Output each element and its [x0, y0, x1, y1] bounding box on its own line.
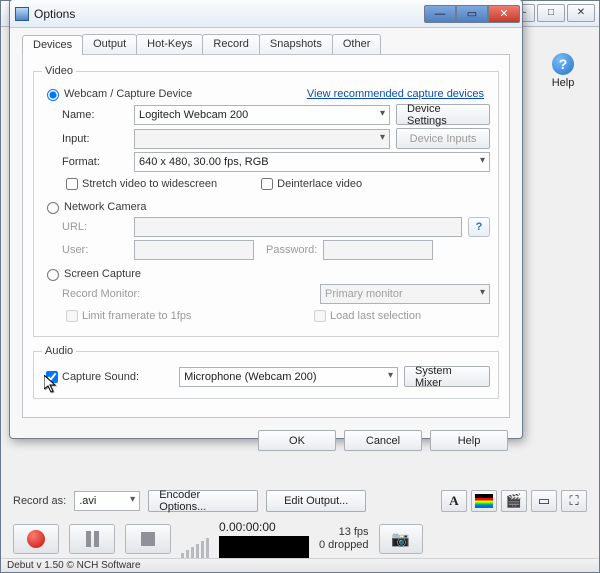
encoder-options-button[interactable]: Encoder Options...	[148, 490, 258, 512]
deinterlace-checkbox[interactable]	[261, 178, 273, 190]
options-footer: OK Cancel Help	[10, 426, 522, 459]
stop-icon	[141, 532, 155, 546]
main-window: — □ ✕ ? Help Options — ▭ ✕ Devices Outpu…	[0, 0, 600, 573]
audio-legend: Audio	[42, 345, 76, 357]
fps-readout: 13 fps	[319, 526, 369, 539]
user-label: User:	[62, 244, 134, 256]
options-minimize-button[interactable]: —	[424, 5, 456, 23]
format-label: Format:	[62, 156, 134, 168]
time-display: 0.00:00:00	[219, 520, 309, 534]
load-last-checkbox	[314, 310, 326, 322]
user-input	[134, 240, 254, 260]
devices-panel: Video Webcam / Capture Device View recom…	[22, 54, 510, 418]
help-icon: ?	[552, 53, 574, 75]
video-group: Video Webcam / Capture Device View recom…	[33, 65, 499, 337]
system-mixer-button[interactable]: System Mixer	[404, 366, 490, 387]
main-close-button[interactable]: ✕	[567, 4, 595, 22]
ok-button[interactable]: OK	[258, 430, 336, 451]
record-dot-icon	[27, 530, 45, 548]
tab-record[interactable]: Record	[202, 34, 259, 54]
audio-group: Audio Capture Sound: Microphone (Webcam …	[33, 345, 499, 399]
radio-network-camera[interactable]	[47, 202, 59, 214]
fullscreen-icon[interactable]: ⛶	[561, 490, 587, 512]
device-settings-button[interactable]: Device Settings	[396, 104, 490, 125]
options-titlebar: Options — ▭ ✕	[10, 0, 522, 28]
video-effect-icon[interactable]: 🎬	[501, 490, 527, 512]
help-panel[interactable]: ? Help	[541, 53, 585, 89]
level-meter-icon	[181, 538, 209, 558]
password-input	[323, 240, 433, 260]
tab-snapshots[interactable]: Snapshots	[259, 34, 333, 54]
capture-sound-checkbox[interactable]	[46, 371, 58, 383]
color-adjust-icon[interactable]	[471, 490, 497, 512]
device-inputs-button: Device Inputs	[396, 128, 490, 149]
stop-button[interactable]	[125, 524, 171, 554]
options-maximize-button[interactable]: ▭	[456, 5, 488, 23]
password-label: Password:	[266, 244, 317, 256]
input-label: Input:	[62, 133, 134, 145]
options-close-button[interactable]: ✕	[488, 5, 520, 23]
text-overlay-icon[interactable]: A	[441, 490, 467, 512]
recommended-devices-link[interactable]: View recommended capture devices	[307, 88, 484, 100]
help-button[interactable]: Help	[430, 430, 508, 451]
format-select[interactable]: 640 x 480, 30.00 fps, RGB	[134, 152, 490, 172]
snapshot-button[interactable]: 📷	[379, 524, 423, 554]
help-label: Help	[541, 77, 585, 89]
audio-source-select[interactable]: Microphone (Webcam 200)	[179, 367, 398, 387]
record-button[interactable]	[13, 524, 59, 554]
radio-webcam-label: Webcam / Capture Device	[64, 88, 192, 100]
record-monitor-label: Record Monitor:	[62, 288, 162, 300]
tab-output[interactable]: Output	[82, 34, 137, 54]
url-input	[134, 217, 462, 237]
main-maximize-button[interactable]: □	[537, 4, 565, 22]
network-help-icon[interactable]: ?	[468, 217, 490, 237]
pause-icon	[86, 531, 99, 547]
capture-sound-label: Capture Sound:	[62, 371, 139, 383]
name-label: Name:	[62, 109, 134, 121]
dropped-readout: 0 dropped	[319, 539, 369, 552]
window-capture-icon[interactable]: ▭	[531, 490, 557, 512]
bottom-toolbar: Record as: .avi Encoder Options... Edit …	[1, 484, 599, 558]
camera-icon: 📷	[391, 530, 410, 548]
radio-screen-capture[interactable]	[47, 269, 59, 281]
name-select[interactable]: Logitech Webcam 200	[134, 105, 390, 125]
record-as-label: Record as:	[13, 495, 66, 507]
radio-network-label: Network Camera	[64, 201, 147, 213]
options-title: Options	[34, 7, 424, 21]
capture-stats: 13 fps 0 dropped	[319, 526, 369, 552]
record-monitor-select: Primary monitor	[320, 284, 490, 304]
input-select	[134, 129, 390, 149]
radio-screen-label: Screen Capture	[64, 268, 141, 280]
options-dialog: Options — ▭ ✕ Devices Output Hot-Keys Re…	[9, 0, 523, 439]
options-tabs: Devices Output Hot-Keys Record Snapshots…	[22, 34, 522, 54]
tab-devices[interactable]: Devices	[22, 35, 83, 55]
options-app-icon	[15, 7, 29, 21]
url-label: URL:	[62, 221, 134, 233]
radio-webcam[interactable]	[47, 89, 59, 101]
pause-button[interactable]	[69, 524, 115, 554]
edit-output-button[interactable]: Edit Output...	[266, 490, 366, 512]
limit-fps-checkbox	[66, 310, 78, 322]
widescreen-checkbox[interactable]	[66, 178, 78, 190]
widescreen-label: Stretch video to widescreen	[82, 178, 217, 190]
tab-hotkeys[interactable]: Hot-Keys	[136, 34, 203, 54]
cancel-button[interactable]: Cancel	[344, 430, 422, 451]
load-last-label: Load last selection	[330, 310, 490, 322]
video-legend: Video	[42, 65, 76, 77]
record-as-select[interactable]: .avi	[74, 491, 140, 511]
deinterlace-label: Deinterlace video	[277, 178, 362, 190]
preview-thumbnail	[219, 536, 309, 558]
status-bar: Debut v 1.50 © NCH Software	[1, 558, 599, 572]
tab-other[interactable]: Other	[332, 34, 382, 54]
limit-fps-label: Limit framerate to 1fps	[82, 310, 191, 322]
